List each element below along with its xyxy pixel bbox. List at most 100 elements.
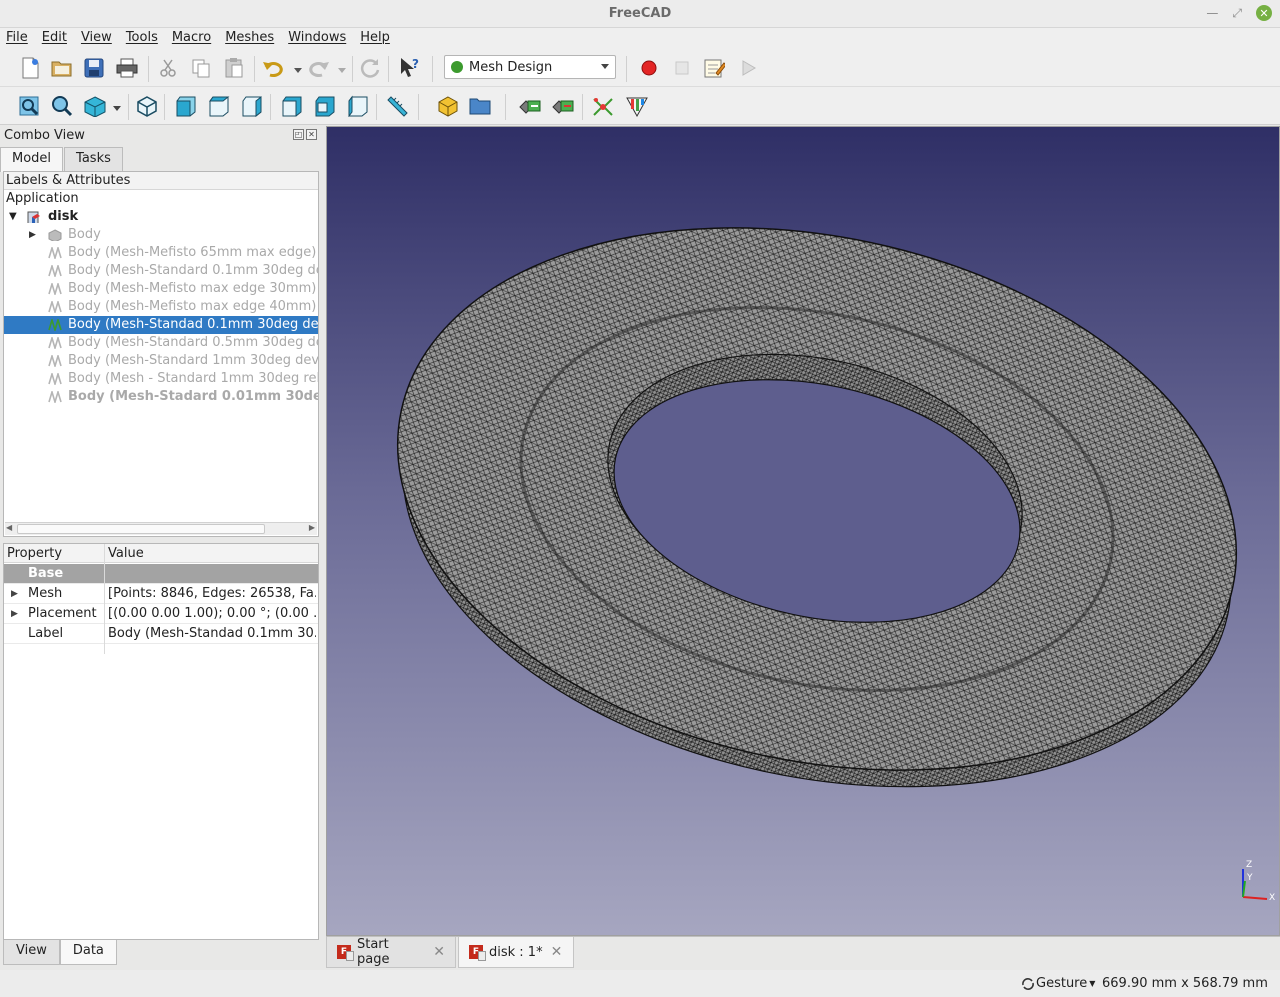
torus-mesh <box>327 127 1279 935</box>
menu-windows[interactable]: Windows <box>288 28 346 48</box>
property-row-label[interactable]: Label Body (Mesh-Standad 0.1mm 30... <box>4 624 318 644</box>
edit-macro-icon[interactable] <box>702 56 726 80</box>
scroll-right-icon[interactable]: ▶ <box>309 523 315 532</box>
value-column-header: Value <box>108 546 144 561</box>
menu-edit[interactable]: Edit <box>42 28 67 48</box>
close-panel-button[interactable]: ✕ <box>306 129 317 140</box>
tree-item-body[interactable]: Body (Mesh-Standard 0.1mm 30deg dev) <box>4 262 318 280</box>
tree-item-body[interactable]: ▶ Body <box>4 226 318 244</box>
expand-arrow-icon[interactable]: ▶ <box>29 226 36 244</box>
property-value[interactable]: [Points: 8846, Edges: 26538, Fa... <box>108 584 316 604</box>
menu-macro[interactable]: Macro <box>172 28 211 48</box>
right-view-icon[interactable] <box>240 94 264 118</box>
print-icon[interactable] <box>115 56 139 80</box>
front-view-icon[interactable] <box>174 94 198 118</box>
minimize-button[interactable]: — <box>1206 6 1218 20</box>
close-window-button[interactable]: ✕ <box>1256 5 1272 21</box>
menu-view[interactable]: View <box>81 28 112 48</box>
property-group-base[interactable]: Base <box>4 564 318 584</box>
evaluation-icon[interactable] <box>625 94 649 118</box>
fit-all-icon[interactable] <box>17 94 41 118</box>
mesh-icon <box>48 355 62 367</box>
tree-item-label: Body <box>68 227 101 242</box>
tab-label: disk : 1* <box>489 944 543 960</box>
tree-item-body[interactable]: Body (Mesh-Standard 1mm 30deg dev) <box>4 352 318 370</box>
navigation-style-selector[interactable]: Gesture ▼ <box>1020 976 1095 991</box>
expand-arrow-icon[interactable]: ▶ <box>11 584 18 604</box>
tree-item-body[interactable]: Body (Mesh - Standard 1mm 30deg rel dev) <box>4 370 318 388</box>
whats-this-icon[interactable]: ? <box>398 56 422 80</box>
collapse-arrow-icon[interactable]: ▼ <box>9 208 17 226</box>
mesh-export-icon[interactable] <box>551 94 575 118</box>
tab-disk-document[interactable]: F disk : 1* ✕ <box>458 937 574 968</box>
create-part-icon[interactable] <box>436 94 460 118</box>
refresh-icon[interactable] <box>358 56 382 80</box>
mesh-icon <box>48 247 62 259</box>
create-group-icon[interactable] <box>468 94 492 118</box>
record-macro-icon[interactable] <box>637 56 661 80</box>
menu-tools[interactable]: Tools <box>126 28 158 48</box>
float-panel-button[interactable]: ◰ <box>293 129 304 140</box>
mesh-icon <box>48 319 62 331</box>
undo-icon[interactable] <box>262 56 286 80</box>
top-view-icon[interactable] <box>207 94 231 118</box>
tree-item-label: Body (Mesh-Mefisto max edge 30mm) <box>68 281 317 296</box>
tree-item-body[interactable]: Body (Mesh-Standard 0.5mm 30deg dev) <box>4 334 318 352</box>
tree-item-body[interactable]: Body (Mesh-Standad 0.1mm 30deg dev) <box>4 316 318 334</box>
property-column-header: Property <box>7 546 63 561</box>
new-icon[interactable] <box>18 56 42 80</box>
menu-meshes[interactable]: Meshes <box>225 28 274 48</box>
redo-dropdown-icon[interactable] <box>330 58 354 82</box>
run-macro-icon[interactable] <box>736 56 760 80</box>
tree-item-document[interactable]: ▼ disk <box>4 208 318 226</box>
isometric-view-icon[interactable] <box>83 94 107 118</box>
file-toolbar: ? <box>0 48 1280 87</box>
open-icon[interactable] <box>50 56 74 80</box>
cut-icon[interactable] <box>156 56 180 80</box>
fit-selection-icon[interactable] <box>50 94 74 118</box>
tree-item-body[interactable]: Body (Mesh-Mefisto 65mm max edge) <box>4 244 318 262</box>
tab-tasks[interactable]: Tasks <box>64 147 123 171</box>
menu-file[interactable]: File <box>6 28 28 48</box>
tree-item-body[interactable]: Body (Mesh-Stadard 0.01mm 30deg dev) <box>4 388 318 406</box>
property-row-placement[interactable]: ▶ Placement [(0.00 0.00 1.00); 0.00 °; (… <box>4 604 318 624</box>
close-tab-icon[interactable]: ✕ <box>551 944 563 960</box>
axonometric-icon[interactable] <box>135 94 159 118</box>
tab-start-page[interactable]: F Start page ✕ <box>326 937 456 968</box>
property-tabs: View Data <box>3 940 117 965</box>
scroll-left-icon[interactable]: ◀ <box>6 523 12 532</box>
rear-view-icon[interactable] <box>280 94 304 118</box>
paste-icon[interactable] <box>222 56 246 80</box>
menu-help[interactable]: Help <box>360 28 390 48</box>
view-dropdown-icon[interactable] <box>105 96 129 120</box>
property-value[interactable]: [(0.00 0.00 1.00); 0.00 °; (0.00 ... <box>108 604 316 624</box>
tab-data[interactable]: Data <box>59 940 117 965</box>
stop-macro-icon[interactable] <box>670 56 694 80</box>
3d-viewport[interactable]: Z Y X <box>326 126 1280 936</box>
workbench-selector[interactable]: Mesh Design <box>444 55 616 79</box>
redo-icon[interactable] <box>306 56 330 80</box>
mesh-from-shape-icon[interactable] <box>591 94 615 118</box>
body-icon <box>48 229 62 241</box>
measure-distance-icon[interactable] <box>386 94 410 118</box>
close-tab-icon[interactable]: ✕ <box>433 944 445 960</box>
expand-arrow-icon[interactable]: ▶ <box>11 604 18 624</box>
property-value[interactable]: Body (Mesh-Standad 0.1mm 30... <box>108 624 316 644</box>
tab-model[interactable]: Model <box>0 147 64 172</box>
left-view-icon[interactable] <box>346 94 370 118</box>
tab-view[interactable]: View <box>3 940 60 965</box>
mesh-icon <box>48 337 62 349</box>
save-icon[interactable] <box>82 56 106 80</box>
copy-icon[interactable] <box>189 56 213 80</box>
tree-horizontal-scrollbar[interactable]: ◀ ▶ <box>5 522 317 535</box>
tree-item-body[interactable]: Body (Mesh-Mefisto max edge 30mm) <box>4 280 318 298</box>
mesh-import-icon[interactable] <box>518 94 542 118</box>
document-tabs: F Start page ✕ F disk : 1* ✕ <box>326 936 1280 968</box>
property-row-mesh[interactable]: ▶ Mesh [Points: 8846, Edges: 26538, Fa..… <box>4 584 318 604</box>
tree-item-body[interactable]: Body (Mesh-Mefisto max edge 40mm) <box>4 298 318 316</box>
scrollbar-thumb[interactable] <box>17 524 265 534</box>
tree-item-application[interactable]: Application <box>4 190 318 208</box>
maximize-button[interactable]: ⤢ <box>1232 6 1242 21</box>
tree-item-label: Body (Mesh-Stadard 0.01mm 30deg dev) <box>68 389 318 404</box>
bottom-view-icon[interactable] <box>313 94 337 118</box>
